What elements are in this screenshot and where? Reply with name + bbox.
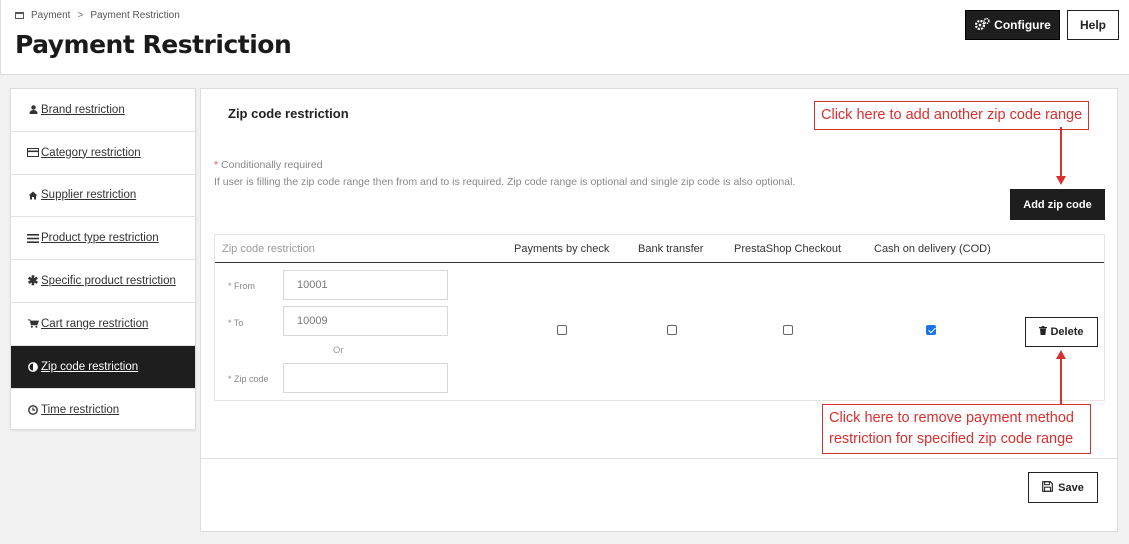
half-circle-icon	[27, 361, 39, 372]
cart-icon	[27, 319, 39, 329]
or-separator: Or	[333, 345, 344, 356]
gears-icon	[974, 17, 990, 34]
column-header: Payments by check	[514, 243, 610, 255]
restriction-sidebar: Brand restriction Category restriction S…	[10, 88, 196, 430]
delete-hint-arrow-head	[1056, 350, 1066, 359]
save-button[interactable]: Save	[1028, 472, 1098, 503]
list-icon	[27, 233, 39, 243]
sidebar-item-label: Product type restriction	[41, 232, 159, 245]
sidebar-item-label: Zip code restriction	[41, 360, 139, 373]
bank-transfer-checkbox[interactable]	[667, 325, 677, 335]
column-header: Cash on delivery (COD)	[874, 243, 991, 255]
breadcrumb-parent[interactable]: Payment	[31, 10, 70, 21]
delete-hint-line-1: Click here to remove payment method	[829, 410, 1074, 426]
column-header: PrestaShop Checkout	[734, 243, 842, 255]
required-star: *	[214, 159, 219, 171]
credit-card-icon	[27, 148, 39, 158]
help-button[interactable]: Help	[1067, 10, 1119, 40]
prestashop-checkout-checkbox[interactable]	[783, 325, 793, 335]
from-zip-input[interactable]: 10001	[283, 270, 448, 300]
to-label: * To	[228, 318, 244, 328]
conditionally-required-note: * Conditionally required	[214, 159, 323, 171]
section-title: Zip code restriction	[228, 106, 349, 121]
delete-hint-line-2: restriction for specified zip code range	[829, 431, 1074, 447]
page-header: Payment > Payment Restriction Payment Re…	[0, 0, 1129, 75]
breadcrumb: Payment > Payment Restriction	[15, 10, 180, 21]
home-icon	[27, 191, 39, 200]
zip-code-label: * Zip code	[228, 374, 269, 384]
to-zip-input[interactable]: 10009	[283, 306, 448, 336]
delete-hint-callout: Click here to remove payment method rest…	[822, 404, 1091, 454]
table-header: Zip code restriction Payments by check B…	[215, 235, 1104, 263]
delete-button[interactable]: Delete	[1025, 317, 1098, 347]
configure-label: Configure	[994, 18, 1051, 32]
floppy-disk-icon	[1042, 480, 1054, 495]
payments-by-check-checkbox[interactable]	[557, 325, 567, 335]
add-hint-arrow-line	[1060, 127, 1062, 177]
column-header: Zip code restriction	[222, 243, 315, 255]
sidebar-item-time[interactable]: Time restriction	[11, 389, 195, 432]
sidebar-item-label: Specific product restriction	[41, 275, 176, 288]
sidebar-item-label: Category restriction	[41, 146, 141, 159]
add-zip-hint-callout: Click here to add another zip code range	[814, 101, 1090, 130]
add-hint-arrow-head	[1056, 176, 1066, 185]
sidebar-item-product-type[interactable]: Product type restriction	[11, 217, 195, 261]
save-label: Save	[1058, 481, 1084, 494]
sidebar-item-supplier[interactable]: Supplier restriction	[11, 175, 195, 218]
add-zip-code-button[interactable]: Add zip code	[1010, 189, 1105, 220]
cash-on-delivery-checkbox[interactable]	[926, 325, 936, 335]
sidebar-item-label: Supplier restriction	[41, 189, 137, 202]
from-label: * From	[228, 281, 255, 291]
user-icon	[27, 105, 39, 115]
sidebar-item-cart-range[interactable]: Cart range restriction	[11, 303, 195, 346]
column-header: Bank transfer	[638, 243, 704, 255]
zip-code-restriction-panel: Zip code restriction * Conditionally req…	[200, 88, 1118, 532]
required-note-text: Conditionally required	[221, 159, 323, 171]
zip-code-input[interactable]	[283, 363, 448, 393]
help-text: If user is filling the zip code range th…	[214, 176, 796, 188]
sidebar-item-brand[interactable]: Brand restriction	[11, 89, 195, 132]
sidebar-item-specific-product[interactable]: ✱ Specific product restriction	[11, 260, 195, 303]
sidebar-item-label: Time restriction	[41, 403, 120, 416]
clock-icon	[27, 405, 39, 415]
footer-divider	[201, 458, 1117, 459]
payment-icon	[15, 12, 24, 19]
delete-hint-arrow-line	[1060, 357, 1062, 404]
zip-code-table: Zip code restriction Payments by check B…	[214, 234, 1105, 401]
asterisk-icon: ✱	[27, 273, 39, 289]
breadcrumb-current: Payment Restriction	[90, 10, 180, 21]
breadcrumb-separator: >	[77, 10, 84, 21]
sidebar-item-label: Cart range restriction	[41, 317, 149, 330]
sidebar-item-label: Brand restriction	[41, 103, 125, 116]
page-title: Payment Restriction	[15, 30, 292, 59]
configure-button[interactable]: Configure	[965, 10, 1060, 40]
trash-icon	[1039, 326, 1048, 338]
sidebar-item-zip-code[interactable]: Zip code restriction	[11, 345, 195, 389]
sidebar-item-category[interactable]: Category restriction	[11, 132, 195, 175]
delete-label: Delete	[1050, 326, 1084, 338]
